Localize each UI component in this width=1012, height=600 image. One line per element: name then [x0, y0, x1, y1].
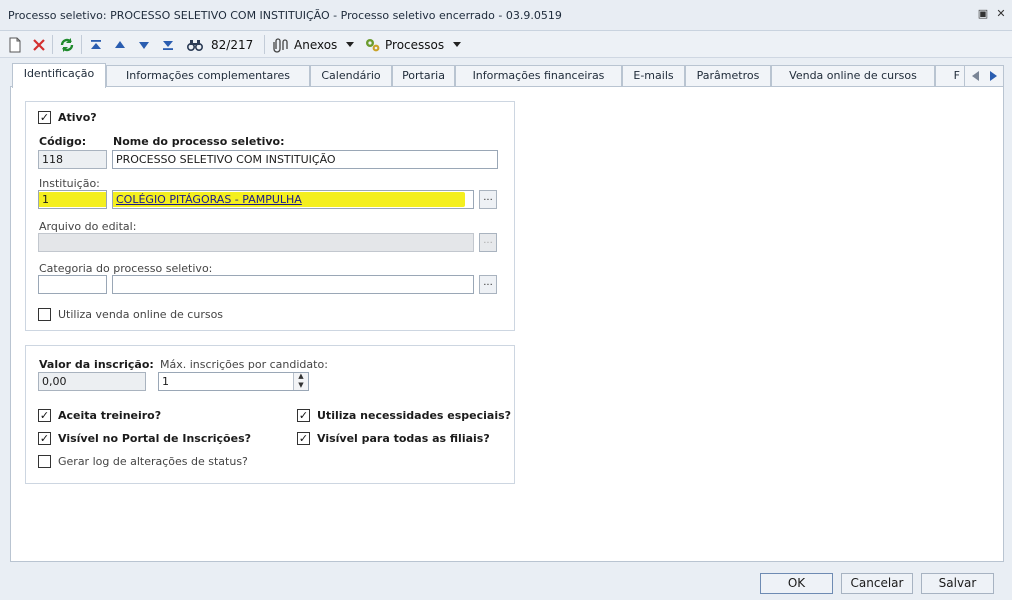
tab-truncated[interactable]: F	[935, 65, 965, 87]
gears-icon	[366, 38, 380, 51]
first-record-icon	[91, 39, 101, 49]
previous-record-button[interactable]	[113, 35, 127, 54]
spin-up-icon[interactable]: ▲	[294, 373, 308, 381]
categoria-label: Categoria do processo seletivo:	[39, 262, 213, 275]
instituicao-name-field[interactable]: COLÉGIO PITÁGORAS - PAMPULHA	[112, 190, 474, 209]
paperclip-icon	[273, 37, 288, 53]
visivel-filiais-label: Visível para todas as filiais?	[317, 432, 490, 445]
categoria-name-field[interactable]	[112, 275, 474, 294]
tab-scroll-left-icon[interactable]	[971, 71, 980, 81]
tab-parametros[interactable]: Parâmetros	[685, 65, 771, 87]
last-record-icon	[163, 40, 173, 50]
valor-label: Valor da inscrição:	[39, 358, 154, 371]
aceita-treineiro-checkbox[interactable]: ✓	[38, 409, 51, 422]
processos-dropdown-button[interactable]: Processos	[364, 35, 462, 54]
valor-field[interactable]: 0,00	[38, 372, 146, 391]
instituicao-code-field[interactable]: 1	[38, 190, 107, 209]
processos-label: Processos	[385, 37, 445, 52]
codigo-field[interactable]: 118	[38, 150, 107, 169]
window-title: Processo seletivo: PROCESSO SELETIVO COM…	[8, 9, 562, 22]
codigo-label: Código:	[39, 135, 87, 148]
max-inscricoes-label: Máx. inscrições por candidato:	[160, 358, 328, 371]
gerar-log-label: Gerar log de alterações de status?	[58, 455, 248, 468]
visivel-filiais-checkbox[interactable]: ✓	[297, 432, 310, 445]
tab-scroll-buttons	[964, 65, 1004, 87]
tab-scroll-right-icon[interactable]	[989, 71, 998, 81]
arquivo-label: Arquivo do edital:	[39, 220, 137, 233]
toolbar-separator	[81, 35, 82, 54]
new-document-icon	[9, 37, 21, 52]
tab-identificacao[interactable]: Identificação	[12, 63, 106, 88]
spin-down-icon[interactable]: ▼	[294, 381, 308, 390]
cancel-button[interactable]: Cancelar	[841, 573, 913, 594]
arquivo-field	[38, 233, 474, 252]
tab-calendario[interactable]: Calendário	[310, 65, 392, 87]
instituicao-label: Instituição:	[39, 177, 100, 190]
close-icon[interactable]: ✕	[994, 7, 1008, 21]
binoculars-icon	[187, 39, 203, 51]
chevron-down-icon	[453, 41, 462, 47]
tab-venda-online-de-cursos[interactable]: Venda online de cursos	[771, 65, 935, 87]
chevron-down-icon	[346, 41, 355, 47]
ativo-label: Ativo?	[58, 111, 97, 124]
refresh-icon	[60, 37, 74, 52]
tab-strip: Identificação Informações complementares…	[0, 63, 1012, 88]
tab-e-mails[interactable]: E-mails	[622, 65, 685, 87]
ok-button[interactable]: OK	[760, 573, 833, 594]
nome-field[interactable]: PROCESSO SELETIVO COM INSTITUIÇÃO	[112, 150, 498, 169]
max-inscricoes-field[interactable]: 1 ▲ ▼	[158, 372, 309, 391]
first-record-button[interactable]	[89, 35, 103, 54]
tab-informacoes-financeiras[interactable]: Informações financeiras	[455, 65, 622, 87]
delete-x-icon	[33, 38, 45, 51]
ativo-checkbox[interactable]: ✓	[38, 111, 51, 124]
instituicao-browse-button[interactable]: ...	[479, 190, 497, 209]
instituicao-code-value: 1	[42, 193, 49, 206]
instituicao-name-link[interactable]: COLÉGIO PITÁGORAS - PAMPULHA	[116, 193, 302, 206]
restore-icon[interactable]: ▣	[976, 7, 990, 21]
record-counter: 82/217	[211, 37, 254, 52]
tab-content-panel: ✓ Ativo? Código: Nome do processo seleti…	[10, 86, 1004, 562]
next-record-button[interactable]	[137, 35, 151, 54]
gerar-log-checkbox[interactable]	[38, 455, 51, 468]
visivel-portal-label: Visível no Portal de Inscrições?	[58, 432, 251, 445]
tab-informacoes-complementares[interactable]: Informações complementares	[106, 65, 310, 87]
cancel-record-button[interactable]	[32, 35, 46, 54]
toolbar-separator	[52, 35, 53, 54]
necessidades-especiais-label: Utiliza necessidades especiais?	[317, 409, 512, 422]
toolbar-separator	[264, 35, 265, 54]
venda-online-label: Utiliza venda online de cursos	[58, 308, 224, 321]
categoria-browse-button[interactable]: ...	[479, 275, 497, 294]
anexos-dropdown-button[interactable]: Anexos	[272, 35, 355, 54]
arquivo-browse-button: ...	[479, 233, 497, 252]
aceita-treineiro-label: Aceita treineiro?	[58, 409, 162, 422]
save-button[interactable]: Salvar	[921, 573, 994, 594]
arrow-down-icon	[139, 41, 149, 49]
arrow-up-icon	[115, 40, 125, 48]
nome-label: Nome do processo seletivo:	[113, 135, 285, 148]
new-record-button[interactable]	[8, 35, 22, 54]
anexos-label: Anexos	[294, 37, 338, 52]
title-bar: Processo seletivo: PROCESSO SELETIVO COM…	[0, 0, 1012, 31]
necessidades-especiais-checkbox[interactable]: ✓	[297, 409, 310, 422]
identification-group: ✓ Ativo? Código: Nome do processo seleti…	[25, 101, 515, 331]
toolbar: 82/217 Anexos Processos	[0, 31, 1012, 58]
visivel-portal-checkbox[interactable]: ✓	[38, 432, 51, 445]
find-record-button[interactable]	[187, 35, 203, 54]
tab-portaria[interactable]: Portaria	[392, 65, 455, 87]
venda-online-checkbox[interactable]	[38, 308, 51, 321]
max-inscricoes-value: 1	[162, 375, 169, 388]
refresh-button[interactable]	[59, 35, 75, 54]
last-record-button[interactable]	[161, 35, 175, 54]
categoria-code-field[interactable]	[38, 275, 107, 294]
inscription-group: Valor da inscrição: Máx. inscrições por …	[25, 345, 515, 484]
max-inscricoes-spinner[interactable]: ▲ ▼	[293, 373, 308, 390]
